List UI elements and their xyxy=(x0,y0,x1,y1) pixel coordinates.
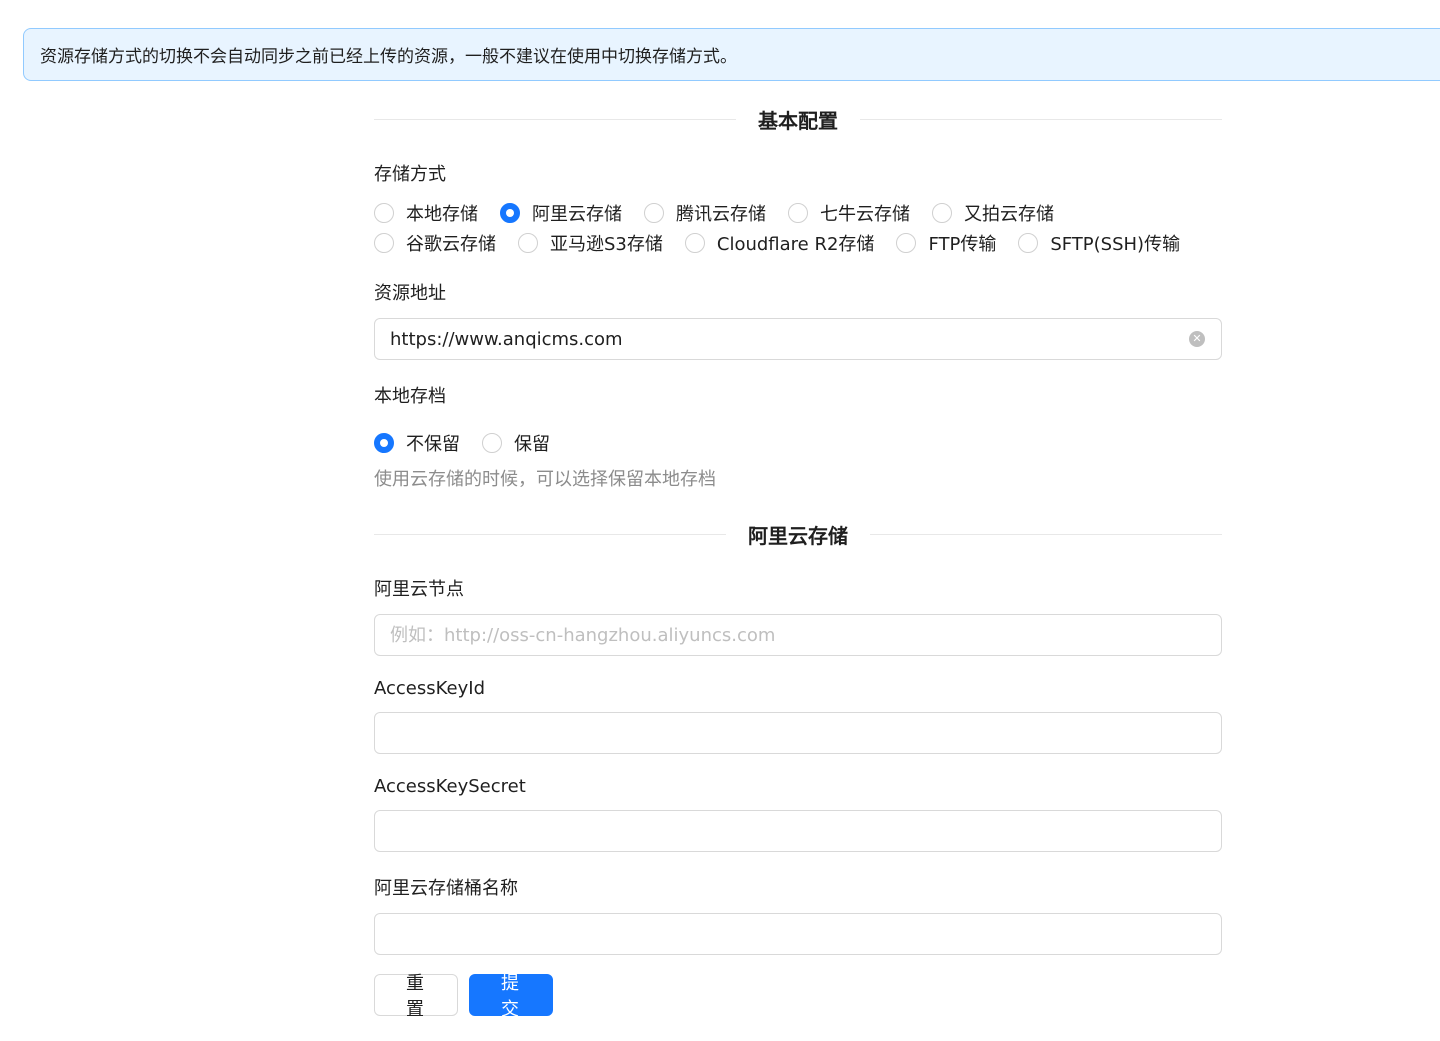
aliyun-endpoint-label: 阿里云节点 xyxy=(374,579,464,600)
local-archive-label: 本地存档 xyxy=(374,386,446,407)
radio-aliyun-storage[interactable]: 阿里云存储 xyxy=(500,200,622,226)
radio-local-storage[interactable]: 本地存储 xyxy=(374,200,478,226)
local-archive-hint: 使用云存储的时候，可以选择保留本地存档 xyxy=(374,469,716,490)
storage-type-label: 存储方式 xyxy=(374,164,446,185)
radio-checked-icon xyxy=(374,432,394,453)
access-key-secret-field[interactable] xyxy=(374,810,1222,852)
radio-circle-icon xyxy=(482,432,502,453)
radio-sftp-transfer[interactable]: SFTP(SSH)传输 xyxy=(1018,230,1180,256)
access-key-id-input[interactable] xyxy=(390,713,1206,753)
radio-circle-icon xyxy=(896,232,917,253)
access-key-secret-input[interactable] xyxy=(390,811,1206,851)
radio-circle-icon xyxy=(518,232,538,253)
reset-button[interactable]: 重 置 xyxy=(374,973,458,1020)
submit-button[interactable]: 提 交 xyxy=(469,973,553,1020)
radio-not-keep[interactable]: 不保留 xyxy=(374,430,460,456)
radio-circle-icon xyxy=(788,202,808,223)
access-key-id-label: AccessKeyId xyxy=(374,678,485,699)
bucket-name-field[interactable] xyxy=(374,913,1222,955)
resource-url-input[interactable] xyxy=(390,319,1206,359)
resource-url-label: 资源地址 xyxy=(374,283,446,304)
radio-circle-icon xyxy=(374,232,394,253)
section-divider-basic: 基本配置 xyxy=(374,90,1222,148)
radio-keep[interactable]: 保留 xyxy=(482,430,550,456)
alert-text: 资源存储方式的切换不会自动同步之前已经上传的资源，一般不建议在使用中切换存储方式… xyxy=(40,47,737,67)
radio-ftp-transfer[interactable]: FTP传输 xyxy=(896,230,996,256)
radio-circle-icon xyxy=(374,202,394,223)
radio-qiniu-storage[interactable]: 七牛云存储 xyxy=(788,200,910,226)
info-alert: 资源存储方式的切换不会自动同步之前已经上传的资源，一般不建议在使用中切换存储方式… xyxy=(23,28,1440,81)
radio-circle-icon xyxy=(684,232,705,253)
aliyun-endpoint-field[interactable] xyxy=(374,614,1222,656)
local-archive-options: 不保留 保留 xyxy=(374,428,1222,457)
radio-circle-icon xyxy=(1018,232,1039,253)
aliyun-endpoint-input[interactable] xyxy=(390,615,1206,655)
radio-circle-icon xyxy=(932,202,952,223)
resource-url-field[interactable]: ✕ xyxy=(374,318,1222,360)
radio-upyun-storage[interactable]: 又拍云存储 xyxy=(932,200,1054,226)
section-title-basic: 基本配置 xyxy=(758,108,838,133)
storage-type-row-2: 谷歌云存储 亚马逊S3存储 Cloudflare R2存储 FTP传输 SFTP… xyxy=(374,228,1222,257)
storage-settings-form: 基本配置 存储方式 本地存储 阿里云存储 腾讯云存储 七牛云存储 又拍云存储 谷… xyxy=(374,90,1222,1020)
clear-icon[interactable]: ✕ xyxy=(1189,331,1205,347)
radio-aws-s3-storage[interactable]: 亚马逊S3存储 xyxy=(518,230,663,256)
storage-type-row-1: 本地存储 阿里云存储 腾讯云存储 七牛云存储 又拍云存储 xyxy=(374,198,1222,227)
bucket-name-input[interactable] xyxy=(390,914,1206,954)
radio-google-storage[interactable]: 谷歌云存储 xyxy=(374,230,496,256)
section-title-aliyun: 阿里云存储 xyxy=(748,523,848,548)
radio-checked-icon xyxy=(500,202,520,223)
radio-circle-icon xyxy=(644,202,664,223)
access-key-secret-label: AccessKeySecret xyxy=(374,776,526,797)
radio-cloudflare-r2-storage[interactable]: Cloudflare R2存储 xyxy=(684,230,874,256)
radio-tencent-storage[interactable]: 腾讯云存储 xyxy=(644,200,766,226)
bucket-name-label: 阿里云存储桶名称 xyxy=(374,878,518,899)
form-actions: 重 置 提 交 xyxy=(374,973,1222,1020)
section-divider-aliyun: 阿里云存储 xyxy=(374,505,1222,563)
access-key-id-field[interactable] xyxy=(374,712,1222,754)
